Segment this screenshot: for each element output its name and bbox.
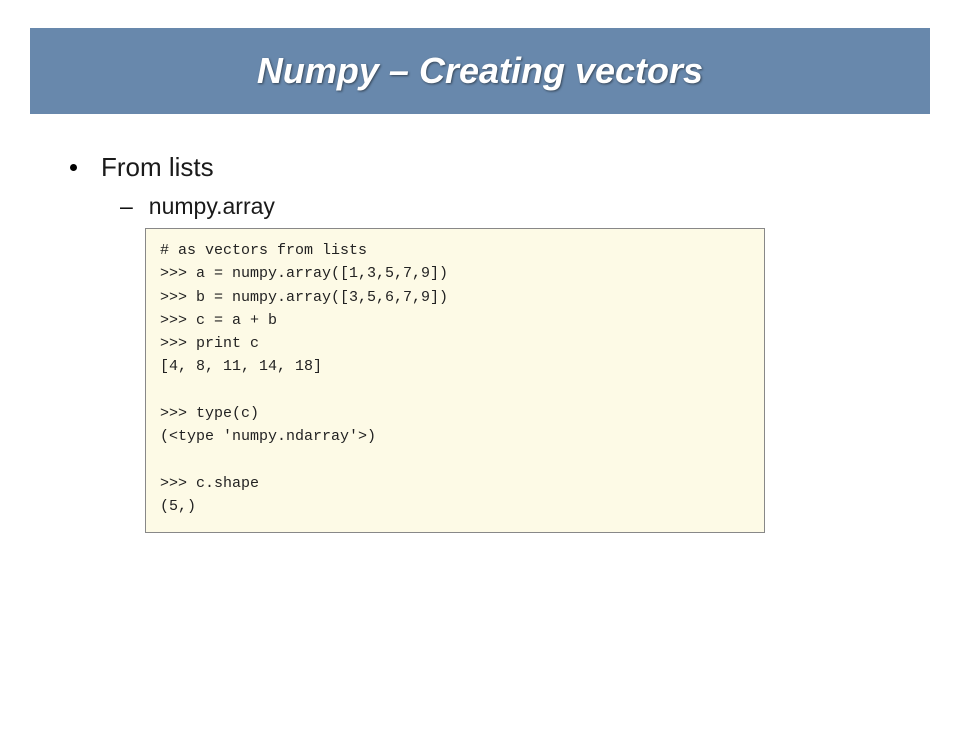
- dash-icon: –: [120, 193, 133, 220]
- sub-bullet-text: numpy.array: [149, 193, 275, 220]
- bullet-text: From lists: [101, 152, 214, 183]
- bullet-item: From lists: [60, 152, 900, 183]
- code-block: # as vectors from lists >>> a = numpy.ar…: [145, 228, 765, 533]
- sub-bullet-item: – numpy.array: [120, 193, 900, 220]
- slide-title: Numpy – Creating vectors: [257, 50, 703, 91]
- slide-title-bar: Numpy – Creating vectors: [30, 28, 930, 114]
- slide-content: From lists – numpy.array # as vectors fr…: [0, 114, 960, 533]
- bullet-icon: [70, 164, 77, 171]
